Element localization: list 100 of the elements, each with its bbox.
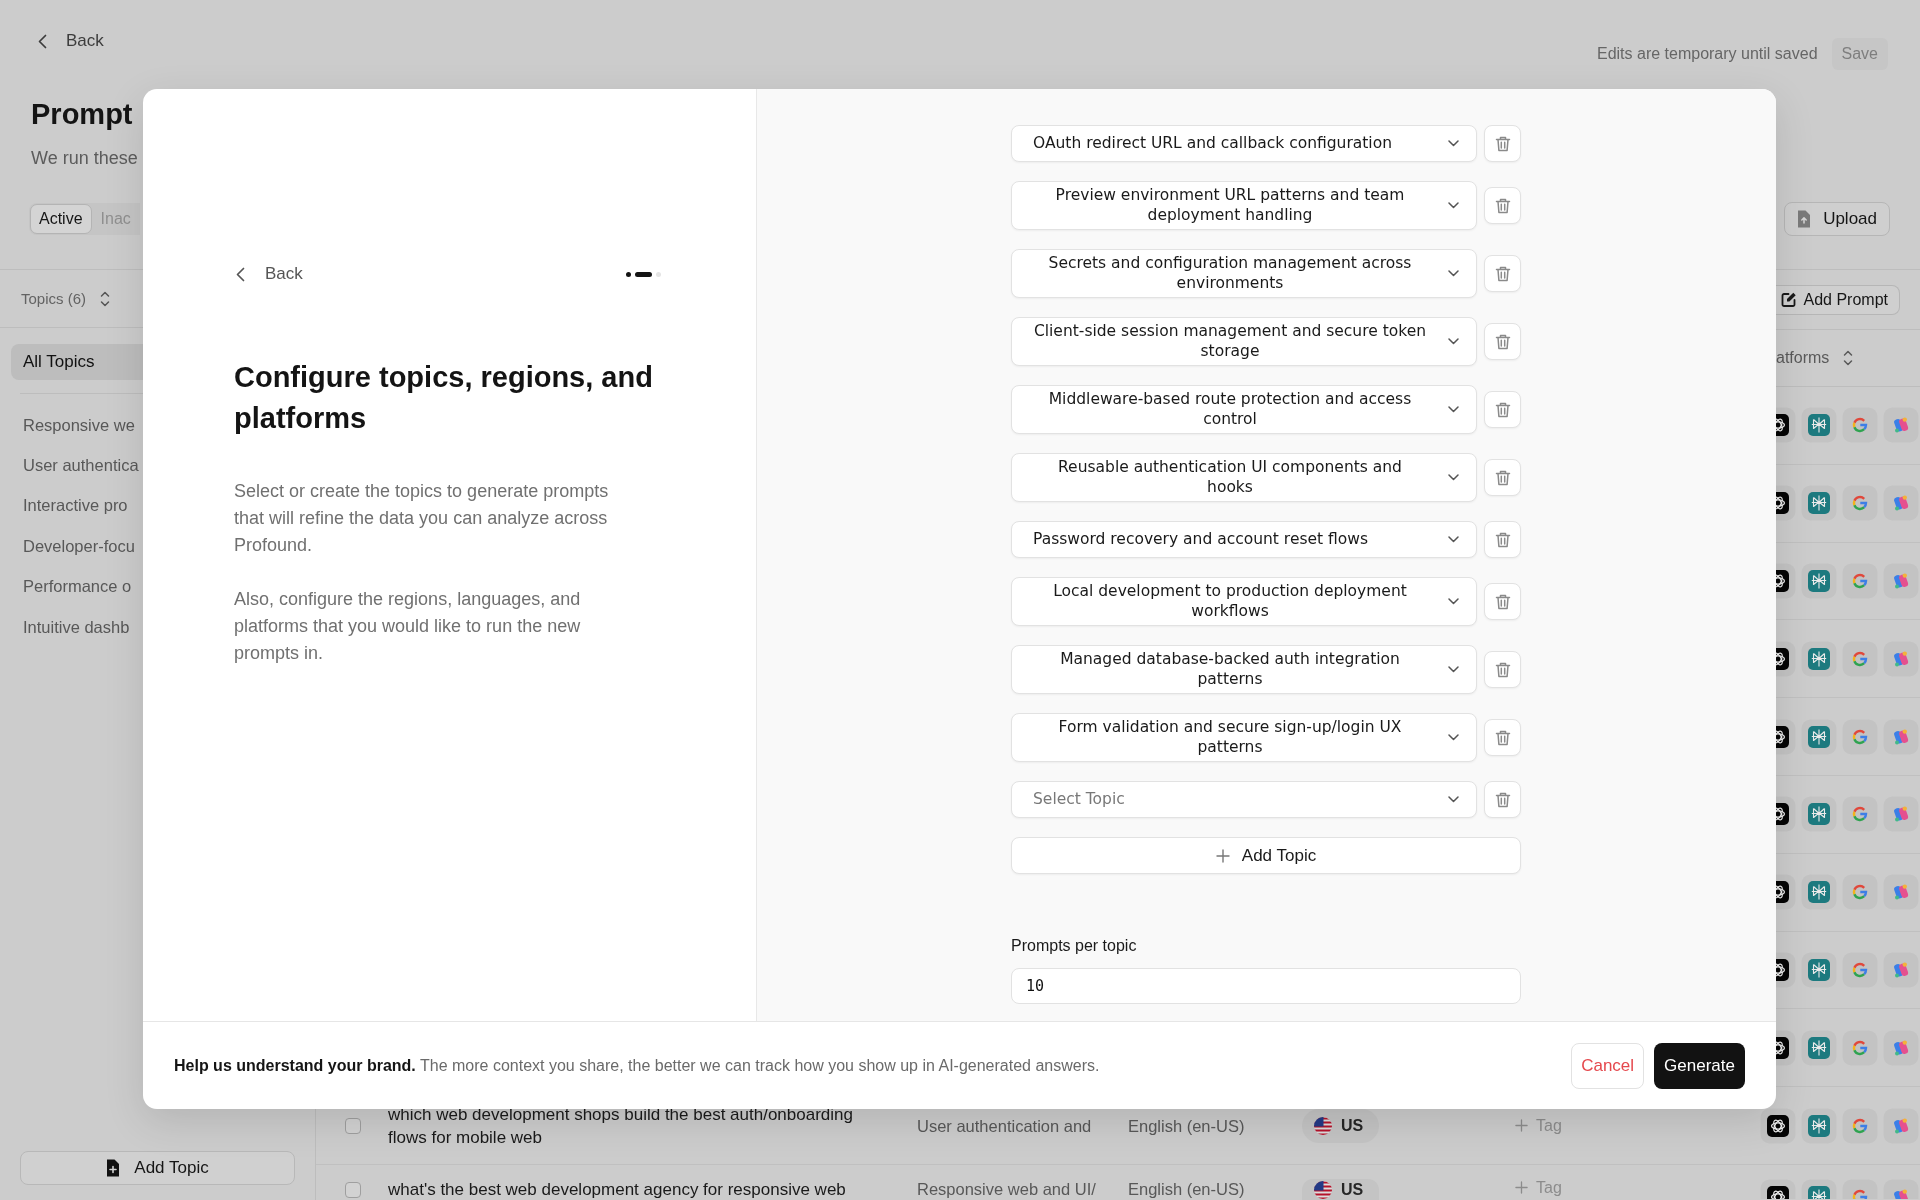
g-logo-icon bbox=[1842, 874, 1878, 911]
delete-button[interactable] bbox=[1484, 187, 1521, 224]
language-text: English (en-US) bbox=[1128, 1115, 1245, 1136]
topic-select[interactable]: Preview environment URL patterns and team deployment handling bbox=[1011, 181, 1477, 230]
trash-icon bbox=[1494, 791, 1511, 808]
topic-select[interactable]: Form validation and secure sign-up/login UX patterns bbox=[1011, 713, 1477, 762]
trash-icon bbox=[1494, 729, 1511, 746]
delete-button[interactable] bbox=[1484, 781, 1521, 818]
sidebar-item[interactable]: Interactive pro bbox=[23, 485, 128, 527]
dialog-description: Also, configure the regions, languages, and platforms that you would like to run the new prompts in. bbox=[234, 588, 582, 665]
knot-logo-icon bbox=[1760, 1107, 1796, 1144]
delete-button[interactable] bbox=[1484, 459, 1521, 496]
topic-select[interactable]: OAuth redirect URL and callback configuration bbox=[1011, 125, 1477, 162]
number-field[interactable]: 10 bbox=[1011, 968, 1521, 1004]
add-prompt-button[interactable]: Add Prompt bbox=[1773, 284, 1900, 315]
field-label: Prompts per topic bbox=[1011, 936, 1137, 956]
topic-select[interactable]: Managed database-backed auth integration patterns bbox=[1011, 645, 1477, 694]
sidebar-item[interactable]: User authentica bbox=[23, 445, 139, 486]
delete-button[interactable] bbox=[1484, 651, 1521, 688]
delete-button[interactable] bbox=[1484, 255, 1521, 292]
topic-select[interactable]: Middleware-based route protection and access control bbox=[1011, 385, 1477, 434]
asterisk-logo-icon bbox=[1801, 874, 1837, 911]
asterisk-logo-icon bbox=[1801, 718, 1837, 755]
flag-icon bbox=[1314, 1116, 1332, 1135]
dialog-title: Configure topics, regions, and platforms bbox=[234, 360, 654, 436]
add-topic-button[interactable]: Add Topic bbox=[1011, 837, 1521, 874]
topic-select[interactable]: Reusable authentication UI components and hooks bbox=[1011, 453, 1477, 502]
sidebar-item[interactable]: Performance o bbox=[23, 566, 132, 607]
g-logo-icon bbox=[1842, 485, 1878, 522]
chevron-down-icon bbox=[1448, 734, 1459, 741]
region-code: US bbox=[1341, 1116, 1364, 1135]
plus-icon bbox=[1515, 1119, 1528, 1133]
delete-button[interactable] bbox=[1484, 125, 1521, 162]
checkbox[interactable] bbox=[345, 1181, 361, 1198]
chevron-left-icon bbox=[234, 266, 245, 282]
topic-select[interactable]: Local development to production deployment workflows bbox=[1011, 577, 1477, 626]
dialog-description: Select or create the topics to generate prompts that will refine the data you can analyze across Profound. bbox=[234, 480, 610, 557]
upload-button[interactable]: Upload bbox=[1784, 202, 1890, 236]
updown-chevron-icon bbox=[100, 290, 111, 307]
delete-button[interactable] bbox=[1484, 719, 1521, 756]
sidebar-item[interactable]: Intuitive dashb bbox=[23, 606, 130, 648]
topic-select[interactable]: Client-side session management and secure token storage bbox=[1011, 317, 1477, 366]
prompt-text: which web development shops build the best auth/onboarding flows for mobile web bbox=[388, 1103, 854, 1149]
chevron-down-icon bbox=[1448, 598, 1459, 605]
sidebar-item[interactable]: Responsive we bbox=[23, 405, 135, 446]
asterisk-logo-icon bbox=[1801, 1178, 1837, 1199]
petal-logo-icon bbox=[1883, 485, 1919, 522]
back-link[interactable]: Back bbox=[36, 30, 104, 52]
trash-icon bbox=[1494, 265, 1511, 282]
topic-select[interactable]: Secrets and configuration management across environments bbox=[1011, 249, 1477, 298]
chevron-down-icon bbox=[1448, 536, 1459, 543]
g-logo-icon bbox=[1842, 796, 1878, 833]
topic-select[interactable]: Select Topic bbox=[1011, 781, 1477, 818]
delete-button[interactable] bbox=[1484, 521, 1521, 558]
prompt-text: what's the best web development agency for responsive web bbox=[388, 1178, 847, 1200]
delete-button[interactable] bbox=[1484, 583, 1521, 620]
topic-select[interactable]: Password recovery and account reset flows bbox=[1011, 521, 1477, 558]
topic-text: User authentication and bbox=[917, 1115, 1092, 1136]
plus-icon bbox=[1215, 848, 1230, 863]
generate-button[interactable]: Generate bbox=[1654, 1042, 1745, 1089]
trash-icon bbox=[1494, 593, 1511, 610]
asterisk-logo-icon bbox=[1801, 1107, 1837, 1144]
petal-logo-icon bbox=[1883, 1107, 1919, 1144]
petal-logo-icon bbox=[1883, 1029, 1919, 1066]
topics-sort-button[interactable]: Topics (6) bbox=[21, 290, 111, 307]
edit-icon bbox=[1780, 291, 1797, 308]
knot-logo-icon bbox=[1760, 1178, 1796, 1199]
file-upload-icon bbox=[1797, 210, 1812, 228]
chevron-down-icon bbox=[1448, 270, 1459, 277]
petal-logo-icon bbox=[1883, 874, 1919, 911]
petal-logo-icon bbox=[1883, 407, 1919, 444]
trash-icon bbox=[1494, 333, 1511, 350]
tab[interactable]: Active bbox=[30, 204, 92, 234]
topic-text: Responsive web and UI/ bbox=[917, 1178, 1096, 1199]
back-link[interactable]: Back bbox=[234, 263, 303, 285]
cancel-button[interactable]: Cancel bbox=[1571, 1042, 1645, 1089]
petal-logo-icon bbox=[1883, 951, 1919, 988]
asterisk-logo-icon bbox=[1801, 407, 1837, 444]
g-logo-icon bbox=[1842, 951, 1878, 988]
chevron-down-icon bbox=[1448, 666, 1459, 673]
g-logo-icon bbox=[1842, 640, 1878, 677]
add-topic-button[interactable]: Add Topic bbox=[20, 1151, 295, 1185]
chevron-left-icon bbox=[36, 33, 47, 49]
asterisk-logo-icon bbox=[1801, 796, 1837, 833]
checkbox[interactable] bbox=[345, 1117, 361, 1134]
chevron-down-icon bbox=[1448, 202, 1459, 209]
g-logo-icon bbox=[1842, 718, 1878, 755]
g-logo-icon bbox=[1842, 563, 1878, 599]
asterisk-logo-icon bbox=[1801, 640, 1837, 677]
petal-logo-icon bbox=[1883, 563, 1919, 599]
region-code: US bbox=[1341, 1180, 1364, 1199]
sidebar-item[interactable]: Developer-focu bbox=[23, 526, 135, 567]
sidebar-item[interactable]: All Topics bbox=[11, 344, 143, 380]
delete-button[interactable] bbox=[1484, 391, 1521, 428]
trash-icon bbox=[1494, 661, 1511, 678]
column-header[interactable]: atforms bbox=[1776, 349, 1854, 367]
delete-button[interactable] bbox=[1484, 323, 1521, 360]
g-logo-icon bbox=[1842, 1107, 1878, 1144]
file-plus-icon bbox=[106, 1159, 121, 1177]
page-title: Prompt bbox=[31, 97, 133, 132]
